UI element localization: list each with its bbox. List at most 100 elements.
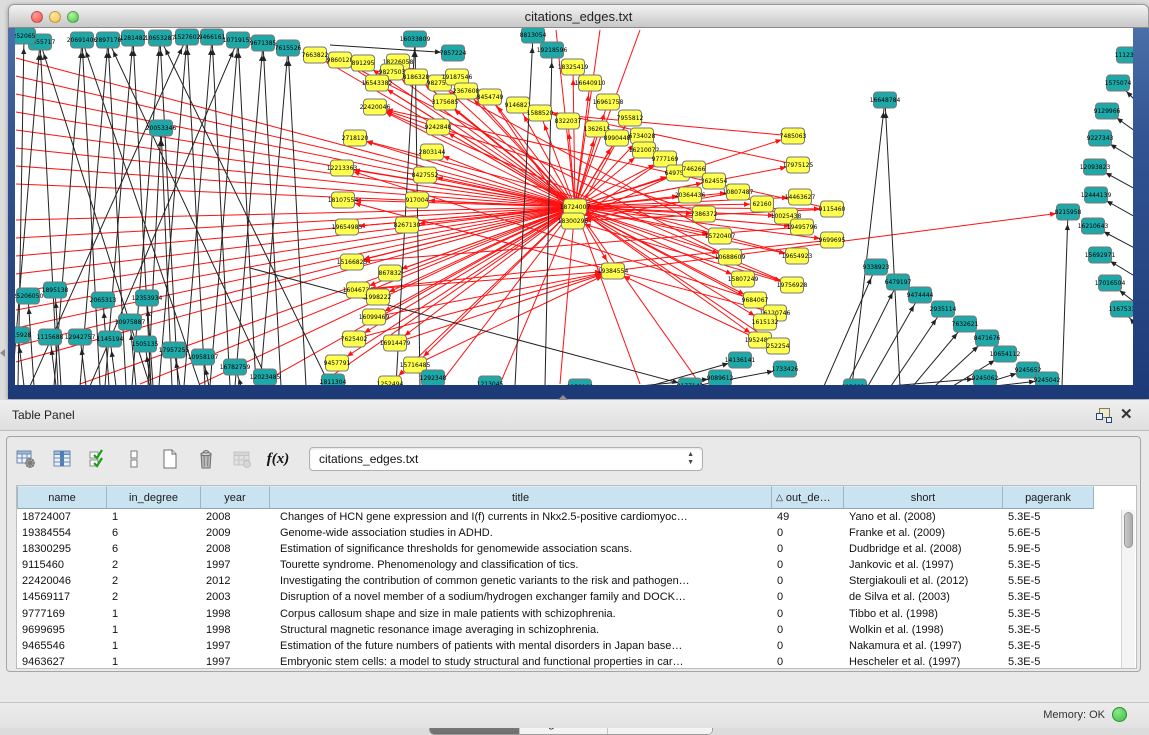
table-cell[interactable]: Disruption of a novel member of a sodium… — [270, 589, 772, 605]
table-cell[interactable]: 2 — [107, 573, 201, 589]
table-cell[interactable]: 0 — [772, 541, 844, 557]
table-row[interactable]: 1830029562008Estimation of significance … — [17, 541, 1136, 557]
table-cell[interactable]: Nakamura et al. (1997) — [844, 638, 1003, 654]
table-cell[interactable]: Changes of HCN gene expression and I(f) … — [270, 509, 772, 525]
column-header-title[interactable]: title — [270, 486, 772, 509]
graph-edge[interactable] — [852, 100, 885, 385]
graph-edge[interactable] — [913, 324, 965, 385]
table-cell[interactable]: 5.3E-5 — [1003, 557, 1094, 573]
table-cell[interactable]: 9115460 — [17, 557, 107, 573]
graph-edge[interactable] — [824, 267, 876, 385]
table-cell[interactable]: 18724007 — [17, 509, 107, 525]
graph-edge[interactable] — [133, 38, 151, 385]
table-cell[interactable]: 1997 — [201, 638, 270, 654]
graph-edge[interactable] — [260, 48, 288, 385]
table-cell[interactable]: 5.3E-5 — [1003, 509, 1094, 525]
table-cell[interactable]: 2003 — [201, 589, 270, 605]
table-cell[interactable]: 5.5E-5 — [1003, 573, 1094, 589]
table-cell[interactable]: Franke et al. (2009) — [844, 525, 1003, 541]
table-cell[interactable]: 0 — [772, 589, 844, 605]
table-cell[interactable]: 1 — [107, 638, 201, 654]
graph-edge[interactable] — [396, 39, 415, 385]
table-cell[interactable]: Dudbridge et al. (2008) — [844, 541, 1003, 557]
table-cell[interactable]: 2008 — [201, 509, 270, 525]
table-cell[interactable]: 2 — [107, 557, 201, 573]
column-header-year[interactable]: year — [201, 486, 270, 509]
table-cell[interactable]: 0 — [772, 622, 844, 638]
row-selection-icon[interactable] — [87, 448, 109, 470]
table-cell[interactable]: 0 — [772, 606, 844, 622]
table-cell[interactable]: 6 — [107, 541, 201, 557]
table-cell[interactable]: 5.3E-5 — [1003, 622, 1094, 638]
table-row[interactable]: 969969511998Structural magnetic resonanc… — [17, 622, 1136, 638]
column-header-pagerank[interactable]: pagerank — [1003, 486, 1094, 509]
table-cell[interactable]: Estimation of significance thresholds fo… — [270, 541, 772, 557]
table-cell[interactable]: 1998 — [201, 622, 270, 638]
table-cell[interactable]: 5.3E-5 — [1003, 638, 1094, 654]
table-cell[interactable]: Tibbo et al. (1998) — [844, 606, 1003, 622]
table-cell[interactable]: 2 — [107, 589, 201, 605]
table-cell[interactable]: Investigating the contribution of common… — [270, 573, 772, 589]
table-cell[interactable]: Jankovic et al. (1997) — [844, 557, 1003, 573]
table-cell[interactable]: 5.6E-5 — [1003, 525, 1094, 541]
table-mode-icon[interactable] — [15, 448, 37, 470]
table-cell[interactable]: 6 — [107, 525, 201, 541]
table-cell[interactable]: Estimation of the future numbers of pati… — [270, 638, 772, 654]
table-cell[interactable]: 0 — [772, 638, 844, 654]
table-cell[interactable]: Wolkin et al. (1998) — [844, 622, 1003, 638]
table-row[interactable]: 1938455462009Genome-wide association stu… — [17, 525, 1136, 541]
graph-edge[interactable] — [238, 40, 256, 385]
table-row[interactable]: 1872400712008Changes of HCN gene express… — [17, 509, 1136, 525]
table-cell[interactable]: 1 — [107, 622, 201, 638]
table-cell[interactable]: 0 — [772, 573, 844, 589]
column-visibility-icon[interactable] — [51, 448, 73, 470]
table-cell[interactable]: Corpus callosum shape and size in male p… — [270, 606, 772, 622]
scrollbar-thumb[interactable] — [1124, 512, 1133, 548]
table-row[interactable]: 911546021997Tourette syndrome. Phenomeno… — [17, 557, 1136, 573]
graph-edge[interactable] — [16, 207, 575, 274]
graph-edge[interactable] — [16, 207, 575, 328]
table-cell[interactable]: 1 — [107, 606, 201, 622]
table-cell[interactable]: Genome-wide association studies in ADHD. — [270, 525, 772, 541]
network-window-titlebar[interactable]: citations_edges.txt — [8, 4, 1149, 28]
table-cell[interactable]: 9777169 — [17, 606, 107, 622]
new-column-icon[interactable] — [159, 448, 181, 470]
graph-edge[interactable] — [375, 107, 575, 207]
table-cell[interactable]: 9463627 — [17, 654, 107, 670]
merge-rows-icon[interactable] — [123, 448, 145, 470]
table-cell[interactable]: 1997 — [201, 557, 270, 573]
table-vertical-scrollbar[interactable] — [1121, 510, 1135, 668]
column-header-short[interactable]: short — [844, 486, 1003, 509]
table-cell[interactable]: 9699695 — [17, 622, 107, 638]
table-cell[interactable]: 18300295 — [17, 541, 107, 557]
graph-edge[interactable] — [1062, 212, 1068, 385]
table-cell[interactable]: 9465546 — [17, 638, 107, 654]
close-panel-icon[interactable]: ✕ — [1120, 405, 1133, 423]
table-cell[interactable]: 0 — [772, 654, 844, 670]
table-cell[interactable]: Stergiakouli et al. (2012) — [844, 573, 1003, 589]
graph-edge[interactable] — [16, 207, 575, 292]
table-cell[interactable]: 5.3E-5 — [1003, 654, 1094, 670]
table-row[interactable]: 946554611997Estimation of the future num… — [17, 638, 1136, 654]
table-row[interactable]: 946362711997Embryonic stem cells: a mode… — [17, 654, 1136, 670]
table-row[interactable]: 1456911722003Disruption of a novel membe… — [17, 589, 1136, 605]
table-cell[interactable]: 5.9E-5 — [1003, 541, 1094, 557]
table-cell[interactable]: 1998 — [201, 606, 270, 622]
table-cell[interactable]: Structural magnetic resonance image aver… — [270, 622, 772, 638]
float-window-icon[interactable] — [1096, 408, 1110, 421]
graph-edge[interactable] — [415, 207, 575, 365]
table-cell[interactable]: 1 — [107, 654, 201, 670]
graph-edge[interactable] — [250, 268, 690, 385]
graph-edge[interactable] — [440, 207, 575, 384]
table-cell[interactable]: 49 — [772, 509, 844, 525]
table-cell[interactable]: 19384554 — [17, 525, 107, 541]
table-cell[interactable]: 0 — [772, 525, 844, 541]
network-canvas[interactable]: 1872400776638229860128891295182260589827… — [15, 28, 1133, 385]
table-row[interactable]: 2242004622012Investigating the contribut… — [17, 573, 1136, 589]
table-cell[interactable]: 0 — [772, 557, 844, 573]
table-cell[interactable]: 22420046 — [17, 573, 107, 589]
table-cell[interactable]: 1997 — [201, 654, 270, 670]
memory-status-indicator[interactable] — [1112, 707, 1127, 722]
table-cell[interactable]: 5.3E-5 — [1003, 606, 1094, 622]
table-cell[interactable]: 5.3E-5 — [1003, 589, 1094, 605]
